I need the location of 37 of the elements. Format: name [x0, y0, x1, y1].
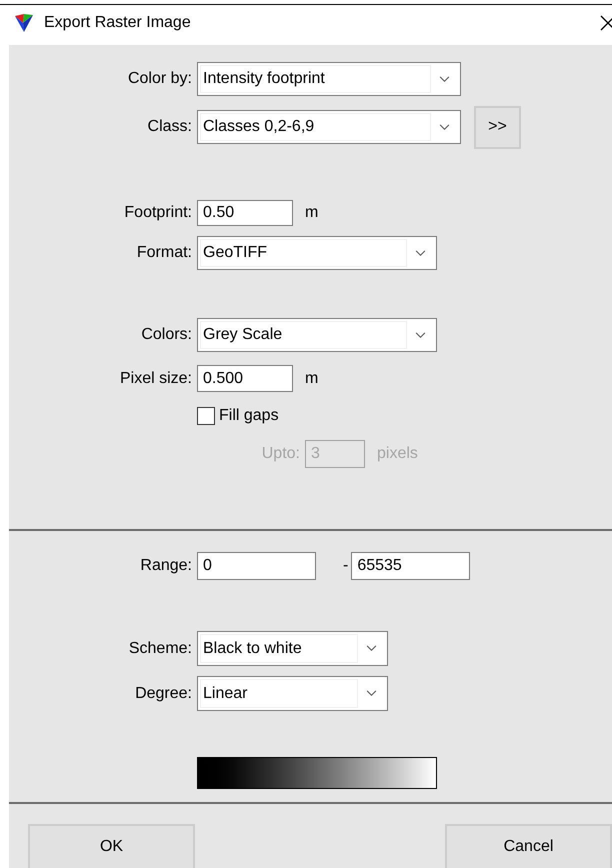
close-icon[interactable] [600, 14, 612, 30]
chevron-down-icon [366, 690, 377, 697]
app-icon [14, 12, 34, 32]
chevron-down-icon [415, 332, 426, 338]
chevron-down-icon [415, 250, 426, 256]
field-label: Footprint: [123, 203, 193, 223]
dropdown[interactable]: Linear [197, 676, 388, 711]
dropdown[interactable]: GeoTIFF [197, 236, 437, 270]
cancel-button[interactable]: Cancel [445, 824, 612, 868]
field-label: Class: [146, 117, 193, 137]
ok-button[interactable]: OK [28, 824, 195, 868]
fill-gaps-checkbox[interactable]: Fill gaps [197, 404, 279, 428]
chevron-down-icon [366, 645, 377, 652]
field-label: Degree: [134, 684, 193, 704]
unit-label: pixels [377, 444, 418, 464]
dropdown[interactable]: Intensity footprint [197, 62, 461, 96]
dropdown[interactable]: Grey Scale [197, 318, 437, 352]
window-title: Export Raster Image [44, 12, 191, 32]
unit-label: m [305, 368, 318, 388]
dropdown[interactable]: Black to white [197, 631, 388, 666]
field-label: Scheme: [128, 638, 193, 658]
unit-label: m [305, 203, 318, 223]
number-field[interactable]: 0.50 [197, 200, 293, 226]
field-label: Colors: [140, 325, 193, 345]
range-separator: - [343, 556, 348, 576]
range-from-field[interactable]: 0 [197, 552, 316, 580]
field-label: Color by: [126, 69, 193, 89]
more-button[interactable]: >> [474, 106, 521, 148]
field-label: Pixel size: [118, 368, 193, 388]
dropdown[interactable]: Classes 0,2-6,9 [197, 110, 461, 144]
range-to-field[interactable]: 65535 [351, 552, 470, 580]
chevron-down-icon [439, 124, 450, 130]
field-label: Format: [136, 243, 193, 263]
field-label: Range: [139, 556, 193, 576]
number-field[interactable]: 0.500 [197, 365, 293, 392]
chevron-down-icon [439, 76, 450, 82]
field-label: Upto: [260, 444, 301, 464]
